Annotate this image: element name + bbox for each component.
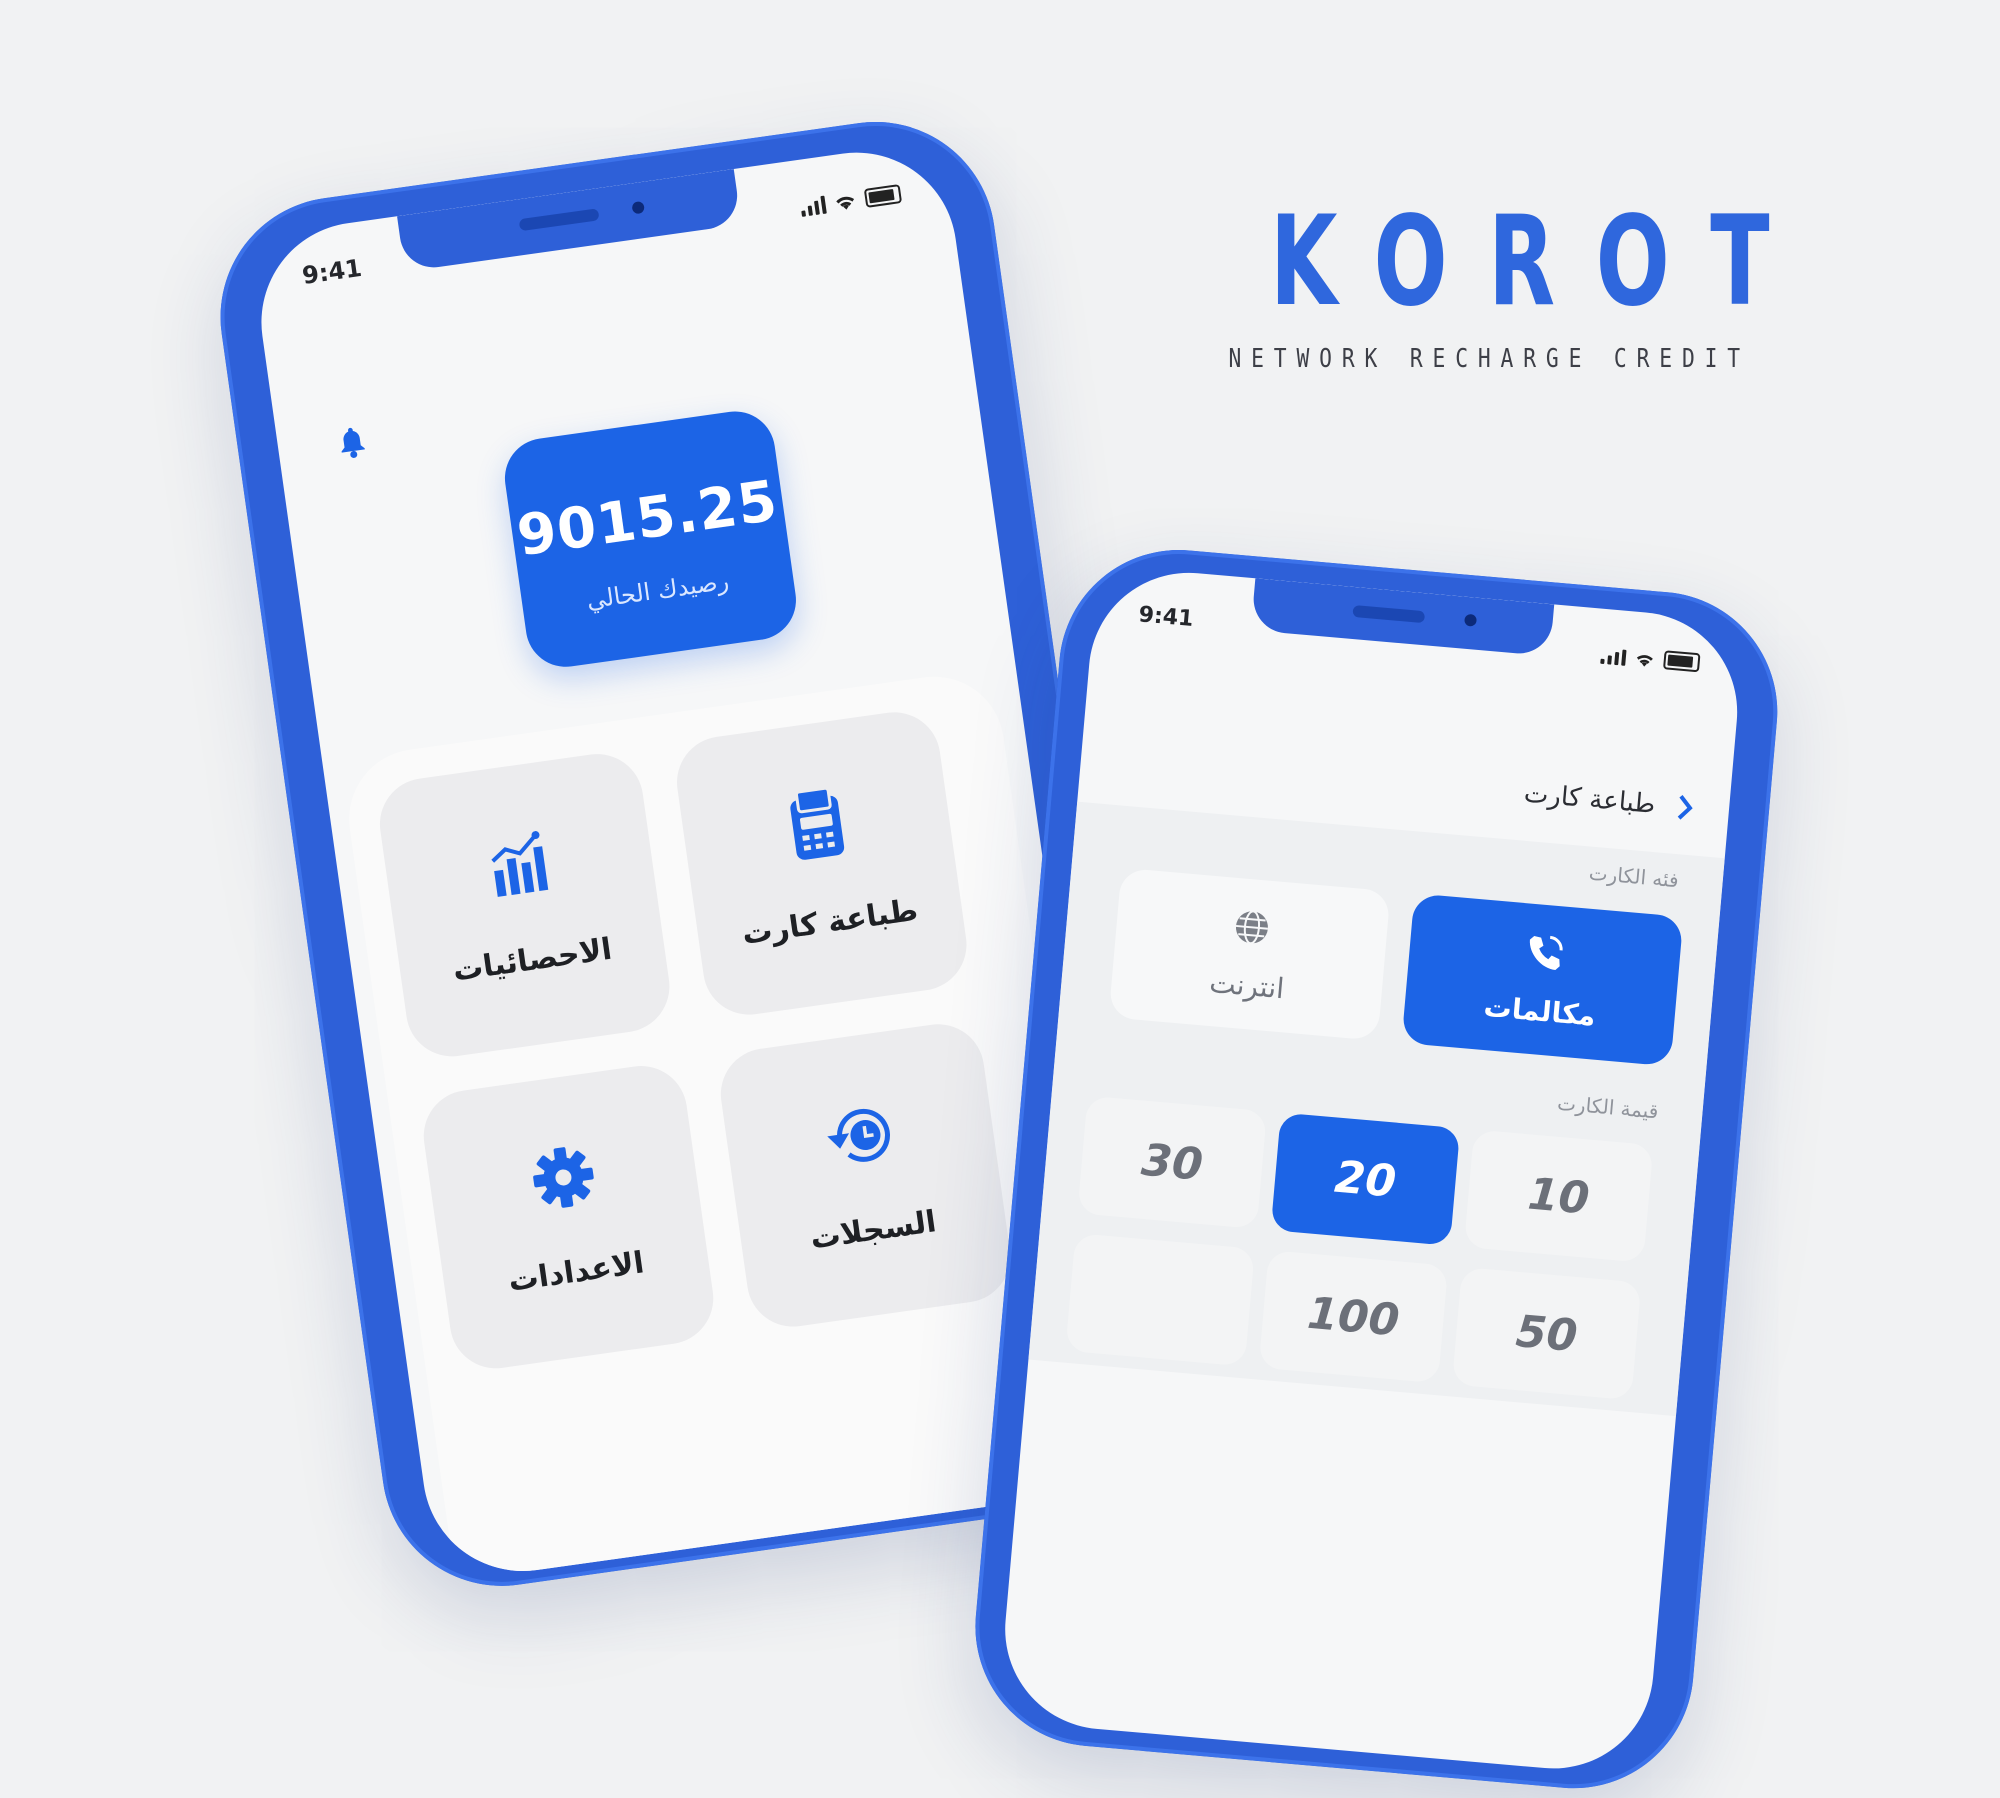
- logs-label: السجلات: [808, 1203, 939, 1257]
- status-time: 9:41: [1137, 602, 1195, 632]
- front-camera: [631, 200, 645, 215]
- status-icons: [1600, 645, 1701, 673]
- print-card-tile[interactable]: طباعة كارت: [671, 706, 973, 1021]
- balance-card: 9015.25 رصيدك الحالي: [499, 406, 802, 672]
- page-title: طباعة كارت: [1522, 778, 1657, 820]
- speaker: [518, 208, 600, 232]
- value-30-button[interactable]: 30: [1077, 1095, 1267, 1229]
- value-10-button[interactable]: 10: [1463, 1129, 1654, 1263]
- print-card-label: طباعة كارت: [739, 892, 921, 952]
- settings-label: الاعدادات: [506, 1244, 647, 1299]
- speaker: [1352, 604, 1426, 624]
- value-50-button[interactable]: 50: [1451, 1266, 1642, 1401]
- category-calls-button[interactable]: مكالمات: [1401, 893, 1684, 1067]
- value-empty-button[interactable]: [1065, 1233, 1255, 1367]
- bell-icon[interactable]: [336, 423, 368, 461]
- status-time: 9:41: [300, 253, 364, 290]
- brand-block: KOROT NETWORK RECHARGE CREDIT: [1170, 190, 1811, 374]
- battery-icon: [863, 184, 903, 208]
- balance-value: 9015.25: [513, 468, 782, 570]
- category-internet-label: انترنت: [1208, 965, 1286, 1005]
- status-icons: [799, 184, 903, 217]
- stats-label: الاحصائيات: [450, 931, 614, 989]
- wifi-icon: [1636, 655, 1653, 667]
- signal-icon: [800, 195, 827, 217]
- logs-tile[interactable]: السجلات: [714, 1018, 1017, 1333]
- category-calls-label: مكالمات: [1482, 989, 1598, 1033]
- chart-icon: [490, 830, 548, 897]
- page-header: طباعة كارت: [1523, 779, 1694, 824]
- gear-icon: [532, 1146, 594, 1208]
- settings-tile[interactable]: الاعدادات: [417, 1060, 720, 1375]
- notch: [397, 168, 742, 272]
- brand-title: KOROT: [1269, 190, 1811, 334]
- phone-icon: [1529, 935, 1563, 970]
- card-printer-icon: [789, 786, 844, 860]
- front-camera: [1464, 613, 1478, 627]
- globe-icon: [1235, 909, 1269, 944]
- chevron-right-icon[interactable]: [1676, 793, 1694, 822]
- wifi-icon: [836, 196, 855, 210]
- balance-label: رصيدك الحالي: [584, 566, 731, 615]
- stats-tile[interactable]: الاحصائيات: [373, 748, 676, 1063]
- signal-icon: [1600, 648, 1627, 666]
- battery-icon: [1662, 650, 1701, 673]
- value-20-button[interactable]: 20: [1270, 1112, 1461, 1246]
- print-phone-mockup: 9:41 طباعة كارت فئه الكارت مكالمات انترن…: [965, 540, 1788, 1798]
- category-internet-button[interactable]: انترنت: [1108, 867, 1391, 1041]
- notch: [1250, 578, 1555, 657]
- brand-subtitle: NETWORK RECHARGE CREDIT: [1228, 344, 1750, 374]
- print-screen: 9:41 طباعة كارت فئه الكارت مكالمات انترن…: [996, 564, 1746, 1777]
- value-100-button[interactable]: 100: [1258, 1250, 1449, 1384]
- history-icon: [826, 1108, 890, 1162]
